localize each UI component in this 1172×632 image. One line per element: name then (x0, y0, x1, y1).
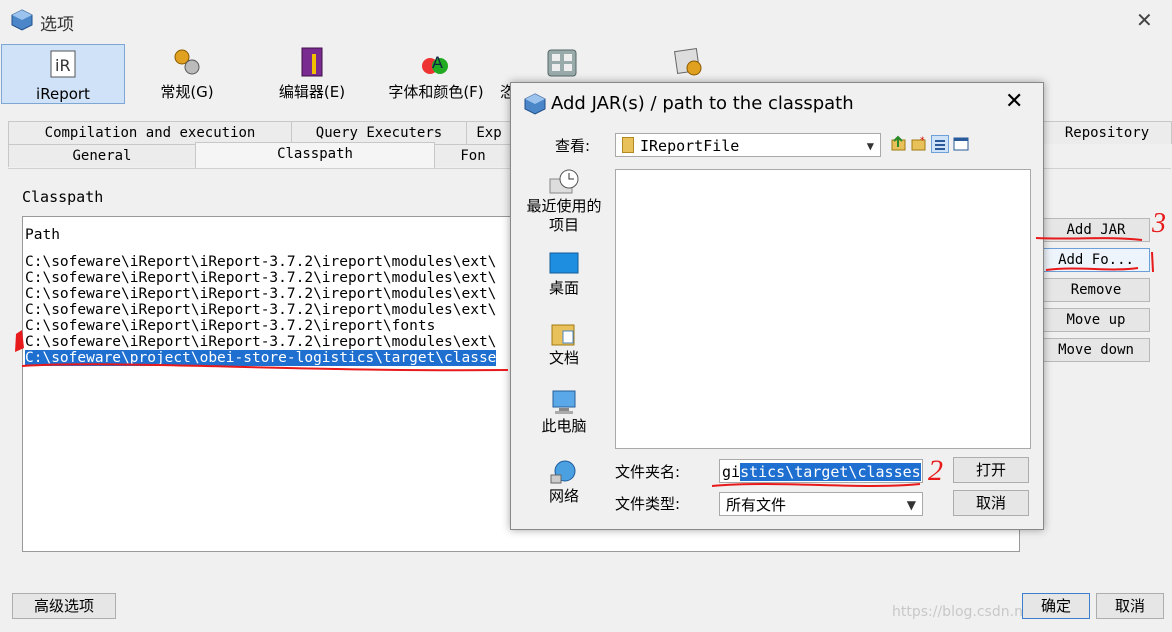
annotation-underline-addfolder (1045, 267, 1139, 271)
annotation-underline-filename (711, 483, 921, 487)
annotation-tick (1151, 251, 1154, 273)
annotation-mark-left (15, 330, 24, 352)
annotation-number-3: 3 (1151, 208, 1166, 239)
annotation-underline-addjar (1035, 237, 1143, 241)
annotation-underline-row (21, 363, 509, 372)
annotation-overlay: 2 3 (15, 208, 1166, 487)
annotation-number-2: 2 (928, 454, 943, 487)
